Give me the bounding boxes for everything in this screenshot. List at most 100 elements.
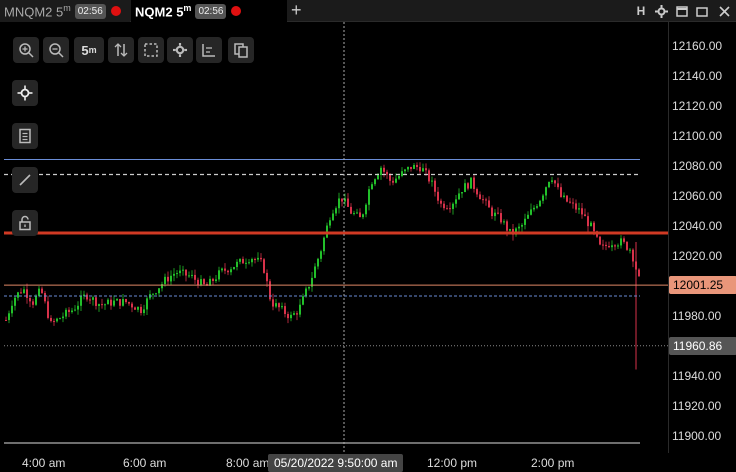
selection-button[interactable] — [138, 37, 164, 63]
candle-body — [32, 301, 34, 305]
candle-body — [167, 276, 169, 282]
x-label: 2:00 pm — [531, 456, 575, 470]
candle-body — [35, 295, 37, 305]
candle-body — [566, 195, 568, 202]
candle-body — [323, 237, 325, 252]
candle-body — [500, 213, 502, 223]
restore-icon[interactable] — [694, 3, 710, 19]
crosshair-time-label: 05/20/2022 9:50:00 am — [268, 454, 404, 472]
candlestick-chart — [4, 22, 668, 453]
tab-mnqm2[interactable]: MNQM2 5m 02:56 — [0, 0, 130, 22]
add-tab-button[interactable]: + — [291, 0, 302, 22]
candle-body — [473, 177, 475, 189]
candle-body — [221, 268, 223, 271]
candle-body — [287, 313, 289, 319]
candle-body — [239, 258, 241, 262]
candle-body — [629, 249, 631, 251]
candle-body — [332, 213, 334, 221]
candle-body — [614, 245, 616, 247]
candle-body — [353, 213, 355, 215]
candle-body — [395, 178, 397, 183]
price-axis[interactable]: 12160.00 12140.00 12120.00 12100.00 1208… — [668, 22, 736, 453]
h-button[interactable]: H — [634, 3, 648, 19]
candle-body — [143, 309, 145, 314]
close-icon[interactable] — [716, 3, 732, 19]
notes-icon — [19, 128, 31, 144]
tab-nqm2[interactable]: NQM2 5m 02:56 — [131, 0, 287, 22]
candle-body — [440, 200, 442, 204]
candle-body — [542, 195, 544, 201]
window-icon[interactable] — [674, 3, 690, 19]
x-label: 12:00 pm — [427, 456, 478, 470]
y-label: 11940.00 — [672, 369, 722, 383]
candle-body — [467, 183, 469, 189]
candle-body — [437, 191, 439, 201]
candle-body — [368, 189, 370, 205]
candle-body — [293, 313, 295, 315]
candle-body — [386, 171, 388, 175]
tab-symbol: NQM2 5m — [135, 2, 192, 20]
settings-button[interactable] — [167, 37, 193, 63]
candle-body — [518, 226, 520, 229]
notes-button[interactable] — [12, 123, 38, 149]
zoom-in-button[interactable] — [13, 37, 39, 63]
candle-body — [86, 294, 88, 300]
candle-body — [278, 303, 280, 308]
candle-body — [8, 313, 10, 321]
candle-body — [314, 266, 316, 278]
candle-body — [419, 167, 421, 172]
y-label: 12040.00 — [672, 219, 723, 233]
chart-area[interactable]: 5m — [0, 22, 668, 453]
tab-timer: 02:56 — [74, 3, 106, 19]
candle-body — [305, 288, 307, 297]
candle-body — [236, 261, 238, 268]
candle-body — [416, 164, 418, 168]
copy-icon — [234, 43, 248, 58]
gear-icon — [173, 43, 187, 57]
current-price-tag: 12001.25 — [669, 276, 736, 294]
candle-body — [47, 301, 49, 318]
candle-body — [230, 269, 232, 273]
candle-body — [548, 181, 550, 188]
candle-body — [458, 193, 460, 200]
candle-body — [146, 298, 148, 310]
candle-body — [626, 241, 628, 250]
candle-body — [254, 259, 256, 261]
interval-button[interactable]: 5m — [74, 37, 104, 63]
time-axis[interactable]: 4:00 am 6:00 am 8:00 am 05/20/2022 9:50:… — [0, 453, 668, 472]
candle-body — [275, 303, 277, 307]
y-label: 11900.00 — [672, 429, 722, 443]
candle-body — [350, 206, 352, 214]
axis-button[interactable] — [196, 37, 222, 63]
candle-body — [116, 299, 118, 301]
copy-button[interactable] — [228, 37, 254, 63]
candle-body — [77, 305, 79, 310]
candle-body — [452, 203, 454, 209]
candle-body — [557, 183, 559, 188]
gear-icon[interactable] — [653, 3, 669, 19]
line-tool-button[interactable] — [12, 167, 38, 193]
candle-body — [638, 269, 640, 277]
x-label: 8:00 am — [226, 456, 270, 470]
candle-body — [527, 214, 529, 219]
candle-body — [359, 212, 361, 218]
candle-body — [485, 199, 487, 201]
candle-body — [248, 262, 250, 264]
lock-button[interactable] — [12, 210, 38, 236]
scale-button[interactable] — [108, 37, 134, 63]
candle-body — [290, 314, 292, 319]
lock-icon — [19, 215, 31, 231]
candle-body — [377, 174, 379, 180]
crosshair-tool-button[interactable] — [12, 80, 38, 106]
tab-timer: 02:56 — [195, 3, 227, 19]
candle-body — [341, 198, 343, 202]
candle-body — [365, 204, 367, 215]
candle-body — [14, 297, 16, 306]
zoom-in-icon — [19, 43, 34, 58]
candle-body — [374, 179, 376, 185]
candle-body — [464, 183, 466, 193]
zoom-out-button[interactable] — [43, 37, 69, 63]
candle-body — [203, 279, 205, 285]
candle-body — [140, 306, 142, 314]
tab-symbol: MNQM2 5m — [4, 2, 71, 20]
